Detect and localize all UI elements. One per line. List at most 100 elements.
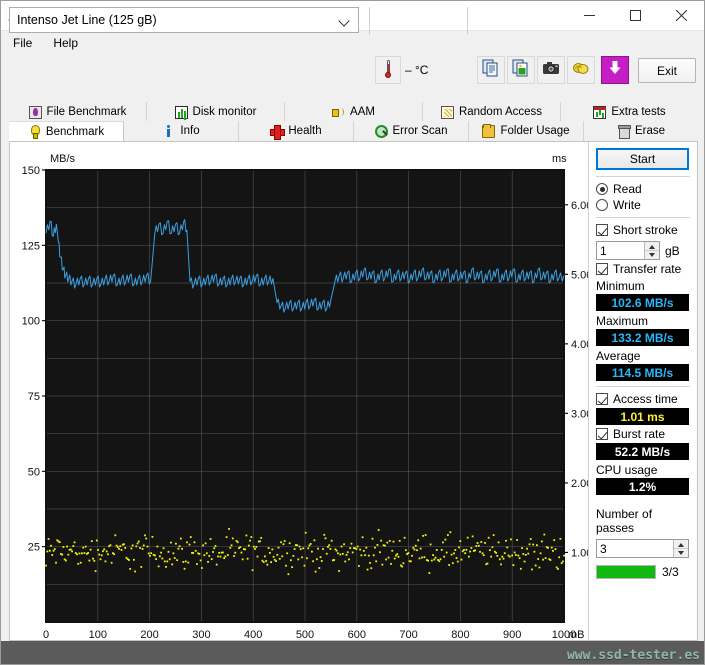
checkbox-short-stroke[interactable]: Short stroke [596,223,690,237]
stepper-arrows[interactable] [644,242,659,259]
checkbox-transfer-rate-indicator [596,263,608,275]
download-arrow-icon [606,59,624,82]
svg-text:5.00: 5.00 [571,269,588,281]
minimum-label: Minimum [596,279,690,293]
average-label: Average [596,349,690,363]
tab-label: Folder Usage [500,125,569,137]
tab-label: Info [180,125,199,137]
access-time-value: 1.01 ms [596,408,689,425]
start-button[interactable]: Start [596,148,689,170]
short-stroke-size-row: 1 gB [596,241,690,260]
passes-stepper[interactable]: 3 [596,539,689,558]
checkbox-short-stroke-label: Short stroke [613,223,678,237]
maximum-value: 133.2 MB/s [596,329,689,346]
tab-file-benchmark[interactable]: File Benchmark [9,102,147,122]
copy-document-icon [482,59,500,82]
tab-random-access[interactable]: Random Access [423,102,561,122]
tab-benchmark[interactable]: Benchmark [9,121,124,141]
info-icon [162,125,175,138]
svg-text:25: 25 [28,542,40,554]
drive-select[interactable]: Intenso Jet Line (125 gB) [9,7,359,33]
menu-bar: File Help [1,31,704,54]
tab-row-primary: File Benchmark Disk monitor AAM Random A… [9,102,698,122]
minimize-button[interactable] [566,1,612,30]
folder-icon [482,125,495,138]
passes-row: 3 [596,539,690,558]
svg-text:50: 50 [28,466,40,478]
tab-extra-tests[interactable]: Extra tests [561,102,698,122]
tab-folder-usage[interactable]: Folder Usage [469,121,584,141]
progress-text: 3/3 [662,565,679,579]
svg-text:2.00: 2.00 [571,478,588,490]
copy-image-button[interactable] [507,56,535,84]
benchmark-options-panel: Start Read Write Short stroke 1 [588,142,697,640]
svg-text:6.00: 6.00 [571,200,588,212]
passes-label: Number of passes [596,507,690,535]
tab-label: Random Access [459,106,542,118]
short-stroke-value: 1 [600,244,607,258]
radio-write[interactable]: Write [596,198,690,212]
average-value: 114.5 MB/s [596,364,689,381]
close-button[interactable] [658,1,704,30]
svg-text:mB: mB [568,629,585,640]
temperature-button[interactable] [375,56,401,84]
health-cross-icon [270,125,283,138]
cpu-usage-value: 1.2% [596,478,689,495]
svg-text:4.00: 4.00 [571,339,588,351]
passes-value: 3 [600,542,607,556]
menu-file[interactable]: File [4,33,41,53]
menu-help[interactable]: Help [44,33,87,53]
thermometer-icon [384,60,393,80]
tab-error-scan[interactable]: Error Scan [354,121,469,141]
start-button-label: Start [630,152,655,166]
tab-aam[interactable]: AAM [285,102,423,122]
checkbox-burst-rate[interactable]: Burst rate [596,427,690,441]
svg-text:MB/s: MB/s [50,153,76,165]
progress-bar [596,565,656,579]
save-button[interactable] [601,56,629,84]
short-stroke-stepper[interactable]: 1 [596,241,660,260]
svg-text:ms: ms [552,153,567,165]
checkbox-access-time-label: Access time [613,392,678,406]
folder-compare-button[interactable] [567,56,595,84]
benchmark-chart: 255075100125150MB/s1.002.003.004.005.006… [10,142,588,640]
divider [596,176,690,177]
svg-text:800: 800 [451,629,469,640]
divider [596,217,690,218]
stepper-up-icon [674,540,688,549]
tab-label: Erase [635,125,665,137]
hd-tune-window: HD Tune Pro 5.75 - Hard Disk/SSD Utility… [0,0,705,665]
stepper-down-icon [674,549,688,557]
checkbox-transfer-rate[interactable]: Transfer rate [596,262,690,276]
minimum-value: 102.6 MB/s [596,294,689,311]
tab-erase[interactable]: Erase [584,121,698,141]
lightbulb-icon [28,125,41,138]
stepper-arrows[interactable] [673,540,688,557]
tab-info[interactable]: Info [124,121,239,141]
tab-disk-monitor[interactable]: Disk monitor [147,102,285,122]
radio-write-label: Write [613,198,641,212]
checkbox-burst-rate-label: Burst rate [613,427,665,441]
checkbox-access-time[interactable]: Access time [596,392,690,406]
camera-icon [542,59,560,82]
screenshot-button[interactable] [537,56,565,84]
window-controls [566,1,704,30]
maximize-button[interactable] [612,1,658,30]
burst-rate-value: 52.2 MB/s [596,443,689,460]
svg-text:600: 600 [348,629,366,640]
cpu-usage-label: CPU usage [596,463,690,477]
tab-label: File Benchmark [47,106,127,118]
stepper-up-icon [645,242,659,251]
exit-button[interactable]: Exit [638,58,696,83]
divider [596,386,690,387]
toolbar [1,54,704,94]
radio-read[interactable]: Read [596,182,690,196]
tab-health[interactable]: Health [239,121,354,141]
radio-read-label: Read [613,182,642,196]
magnifier-icon [375,125,388,138]
svg-text:400: 400 [244,629,262,640]
tab-row-secondary: Benchmark Info Health Error Scan Folder … [9,121,698,141]
copy-text-button[interactable] [477,56,505,84]
tab-label: AAM [350,106,375,118]
tab-label: Benchmark [46,126,104,138]
